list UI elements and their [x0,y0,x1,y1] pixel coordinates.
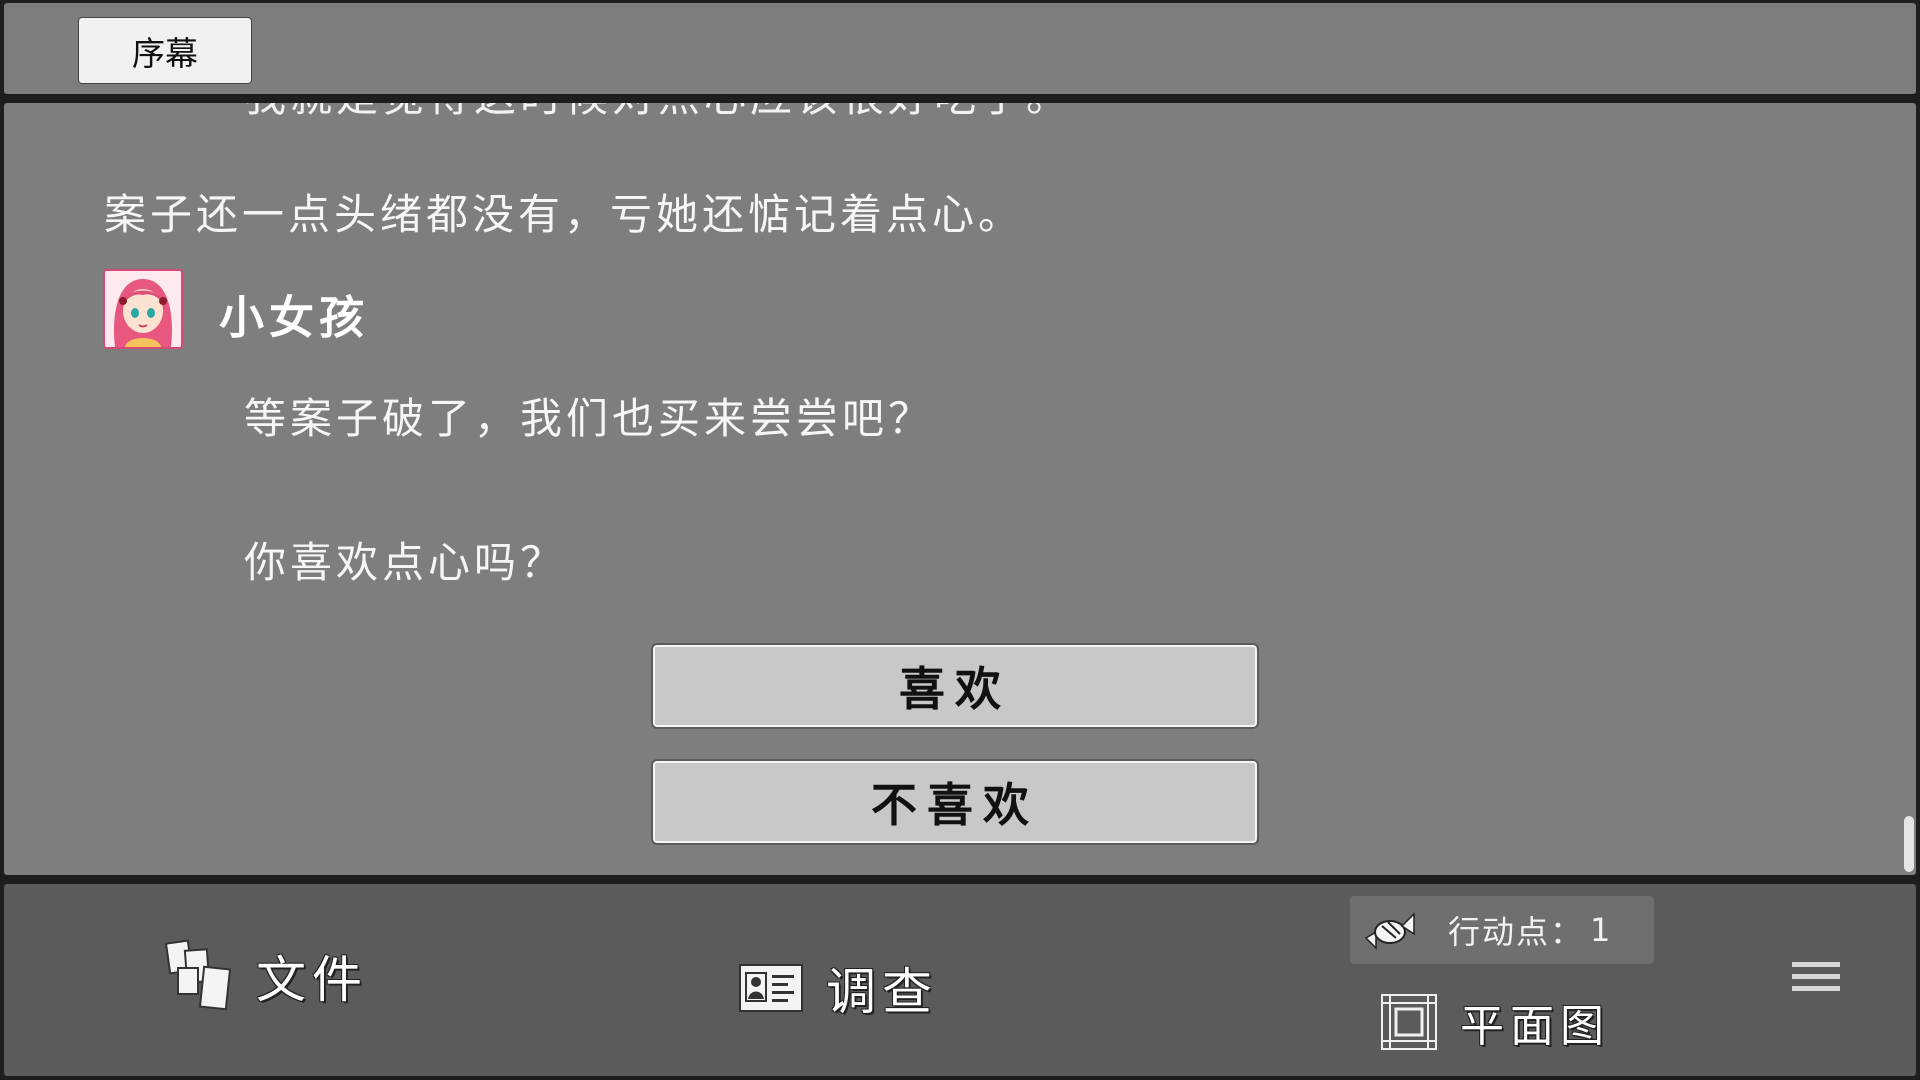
floor-plan-icon [1381,994,1437,1050]
girl-portrait-icon [105,271,181,347]
files-button[interactable]: 文件 [164,938,368,1014]
choice-like-button[interactable]: 喜欢 [651,643,1259,729]
floor-plan-label: 平面图 [1460,1001,1610,1052]
id-card-icon [739,964,803,1012]
choice-dislike-button[interactable]: 不喜欢 [651,759,1259,845]
investigate-label: 调查 [826,963,938,1021]
dialogue-line: 你喜欢点心吗？ [244,538,567,587]
files-icon [164,939,232,1011]
dialogue-log[interactable]: 我就是觉得这时候对点心应该很好吃了。 案子还一点头绪都没有，亏她还惦记着点心。 … [4,103,1916,875]
speaker-name: 小女孩 [219,291,370,344]
action-points-label: 行动点： [1448,913,1585,951]
dialogue-line: 等案子破了，我们也买来尝尝吧？ [244,394,935,443]
scrollbar-thumb[interactable] [1904,816,1914,872]
top-bar: 序幕 [4,3,1916,94]
cut-off-dialogue-line: 我就是觉得这时候对点心应该很好吃了。 [244,103,1072,124]
files-label: 文件 [256,951,368,1009]
narration-text: 案子还一点头绪都没有，亏她还惦记着点心。 [104,190,1025,239]
hamburger-menu-icon[interactable] [1792,962,1842,998]
action-points-value: 1 [1590,911,1611,949]
action-points-panel: 行动点： 1 [1350,896,1654,964]
bottom-bar: 文件 调查 行动点： 1 平面图 [4,884,1916,1076]
investigate-button[interactable]: 调查 [738,952,938,1024]
game-screen: 序幕 我就是觉得这时候对点心应该很好吃了。 案子还一点头绪都没有，亏她还惦记着点… [0,0,1920,1080]
chapter-tab[interactable]: 序幕 [78,17,252,84]
candy-icon [1364,912,1415,950]
floor-plan-button[interactable]: 平面图 [1380,990,1610,1054]
speaker-avatar [103,269,183,349]
